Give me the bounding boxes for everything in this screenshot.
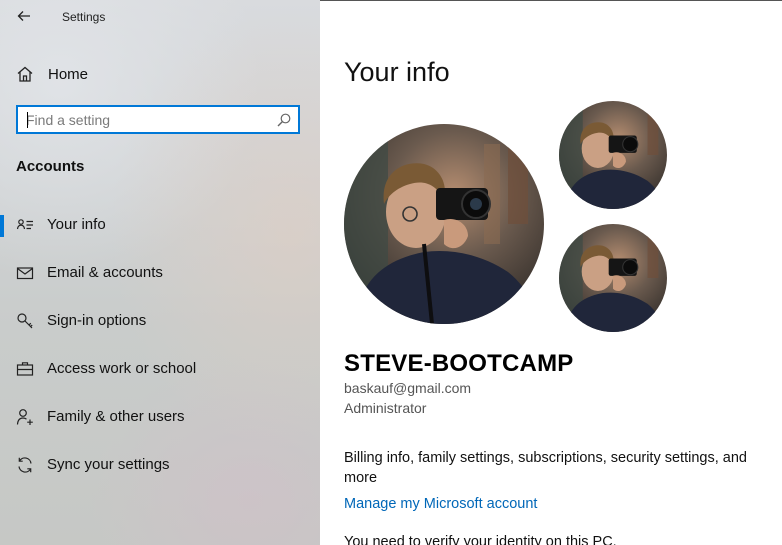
manage-account-link[interactable]: Manage my Microsoft account (344, 496, 537, 512)
text-caret (27, 112, 28, 128)
sidebar-item-sync-settings[interactable]: Sync your settings (0, 442, 320, 490)
sidebar-item-label: Email & accounts (47, 264, 163, 281)
sidebar: Settings Home Accounts Your info (0, 0, 320, 545)
sidebar-item-label: Family & other users (47, 408, 185, 425)
sidebar-item-label: Sync your settings (47, 456, 170, 473)
person-card-icon (16, 219, 33, 230)
user-email: baskauf@gmail.com (344, 380, 472, 396)
app-title: Settings (62, 10, 106, 24)
sidebar-item-sign-in-options[interactable]: Sign-in options (0, 298, 320, 346)
avatar-large (344, 124, 544, 324)
user-role: Administrator (344, 400, 427, 416)
sidebar-item-label: Access work or school (47, 360, 197, 377)
back-arrow-icon (17, 11, 30, 21)
mail-icon (16, 267, 34, 280)
billing-description: Billing info, family settings, subscript… (344, 450, 747, 486)
section-heading-accounts: Accounts (16, 158, 85, 175)
briefcase-icon (16, 362, 34, 376)
main-content: Your info STEVE-BOOTCAMP baskauf@gmail.c… (320, 0, 782, 545)
back-button[interactable] (14, 8, 34, 28)
search-input[interactable] (26, 110, 272, 129)
avatar-small (559, 224, 667, 332)
user-display-name: STEVE-BOOTCAMP (344, 350, 574, 377)
avatar-small (559, 101, 667, 209)
sidebar-item-email-accounts[interactable]: Email & accounts (0, 250, 320, 298)
person-add-icon (16, 409, 33, 425)
search-box[interactable] (16, 105, 300, 134)
page-title: Your info (344, 57, 450, 87)
verify-identity-text: You need to verify your identity on this… (344, 534, 617, 545)
sidebar-item-label: Your info (47, 216, 106, 233)
home-label: Home (48, 65, 89, 83)
accounts-nav-list: Your info Email & accounts Sign-in optio… (0, 202, 320, 490)
sidebar-item-access-work-school[interactable]: Access work or school (0, 346, 320, 394)
sidebar-item-label: Sign-in options (47, 312, 147, 329)
sidebar-item-family-other-users[interactable]: Family & other users (0, 394, 320, 442)
home-nav-item[interactable]: Home (16, 63, 88, 85)
sidebar-item-your-info[interactable]: Your info (0, 202, 320, 250)
search-icon[interactable] (276, 112, 292, 128)
home-icon (17, 66, 33, 82)
top-border (320, 0, 782, 1)
sync-icon (18, 457, 32, 473)
key-icon (17, 313, 33, 329)
